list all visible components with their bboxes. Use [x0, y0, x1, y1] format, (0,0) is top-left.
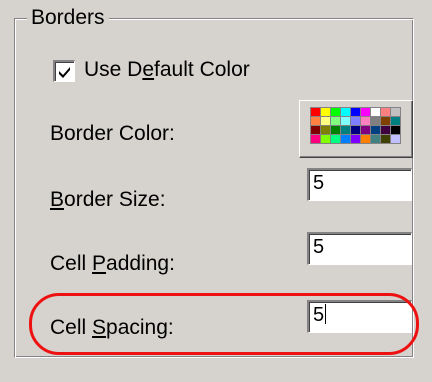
- palette-swatch: [311, 126, 320, 134]
- palette-swatch: [311, 117, 320, 125]
- palette-swatch: [311, 135, 320, 143]
- palette-swatch: [361, 126, 370, 134]
- palette-swatch: [341, 117, 350, 125]
- palette-swatch: [321, 135, 330, 143]
- label-part: order Size:: [64, 188, 166, 211]
- label-part: Use D: [84, 58, 143, 81]
- palette-swatch: [321, 126, 330, 134]
- palette-swatch: [351, 126, 360, 134]
- palette-swatch: [361, 117, 370, 125]
- palette-swatch: [371, 135, 380, 143]
- label-mnemonic: P: [92, 252, 107, 275]
- palette-swatch: [381, 108, 390, 116]
- palette-swatch: [391, 126, 400, 134]
- cell-padding-label: Cell Padding:: [50, 252, 175, 276]
- color-palette-icon: [310, 107, 401, 144]
- cell-spacing-highlight-ellipse: [29, 293, 419, 355]
- group-title: Borders: [27, 6, 109, 30]
- palette-swatch: [361, 108, 370, 116]
- palette-swatch: [381, 126, 390, 134]
- palette-swatch: [311, 108, 320, 116]
- border-size-value: 5: [313, 172, 325, 194]
- palette-swatch: [371, 117, 380, 125]
- palette-swatch: [331, 135, 340, 143]
- palette-swatch: [331, 126, 340, 134]
- checkmark-icon: [59, 67, 70, 78]
- border-color-button[interactable]: [299, 100, 413, 158]
- use-default-color-label[interactable]: Use Default Color: [84, 58, 250, 82]
- palette-swatch: [321, 117, 330, 125]
- palette-swatch: [391, 117, 400, 125]
- palette-swatch: [391, 135, 400, 143]
- palette-swatch: [351, 117, 360, 125]
- label-mnemonic: B: [50, 188, 65, 211]
- cell-padding-value: 5: [313, 236, 325, 258]
- palette-swatch: [371, 126, 380, 134]
- palette-swatch: [391, 108, 400, 116]
- palette-swatch: [321, 108, 330, 116]
- palette-swatch: [331, 108, 340, 116]
- palette-swatch: [341, 108, 350, 116]
- palette-swatch: [351, 108, 360, 116]
- border-size-label: Border Size:: [50, 188, 166, 212]
- palette-swatch: [341, 135, 350, 143]
- palette-swatch: [381, 117, 390, 125]
- label-part: fault Color: [154, 58, 250, 81]
- border-color-label: Border Color:: [50, 122, 175, 145]
- palette-swatch: [351, 135, 360, 143]
- use-default-color-checkbox[interactable]: [53, 60, 75, 82]
- palette-swatch: [331, 117, 340, 125]
- border-size-input[interactable]: 5: [307, 168, 412, 201]
- label-part: Cell: [50, 252, 93, 275]
- palette-swatch: [371, 108, 380, 116]
- label-mnemonic: e: [142, 58, 155, 81]
- cell-padding-input[interactable]: 5: [307, 232, 412, 265]
- label-part: adding:: [106, 252, 175, 275]
- palette-swatch: [381, 135, 390, 143]
- borders-dialog: Borders Use Default Color Border Color: …: [0, 0, 432, 382]
- palette-swatch: [341, 126, 350, 134]
- palette-swatch: [361, 135, 370, 143]
